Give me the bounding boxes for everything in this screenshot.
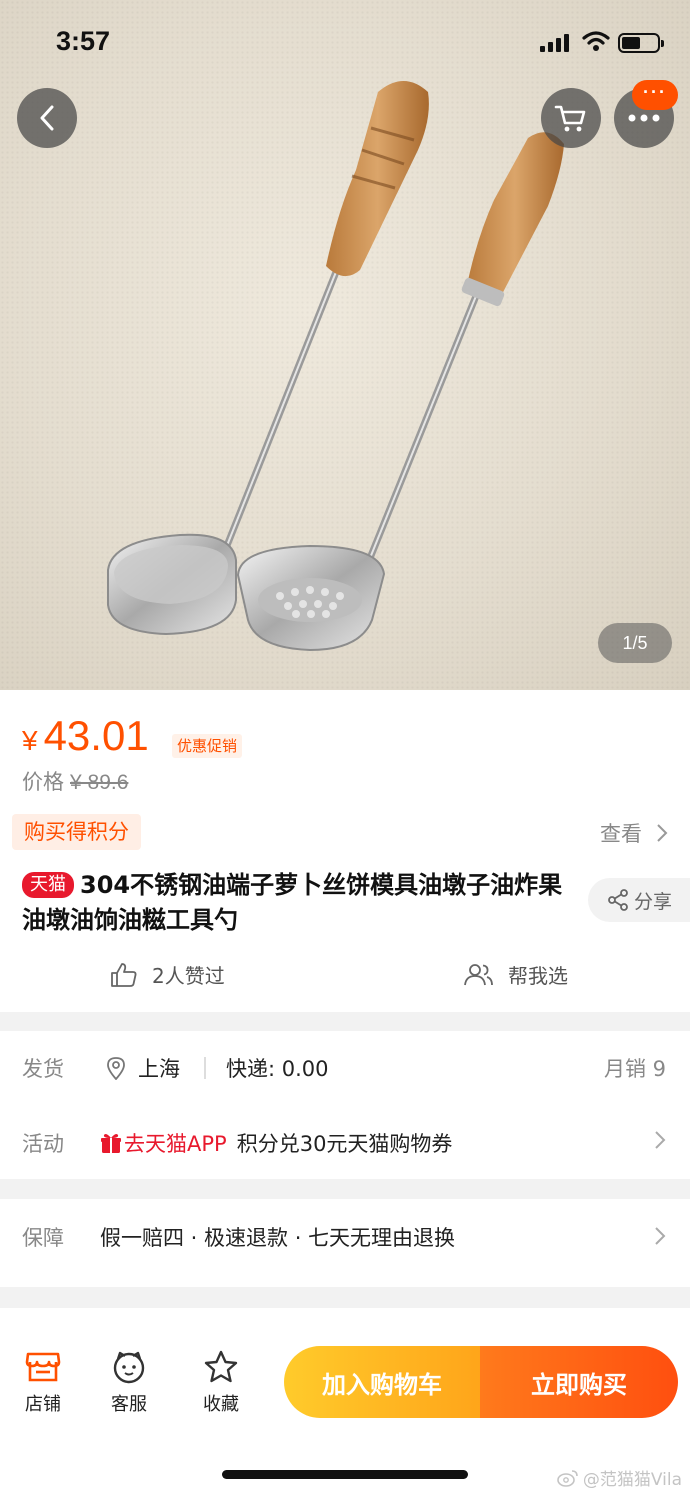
tab-favorite-label: 收藏 (203, 1394, 239, 1415)
share-button[interactable]: 分享 (588, 878, 690, 922)
product-title: 天猫 304不锈钢油端子萝卜丝饼模具油墩子油炸果油墩油饷油糍工具勺 (22, 868, 582, 938)
original-price: 价格 ¥ 89.6 (22, 766, 128, 796)
tab-customer-service-label: 客服 (111, 1394, 147, 1415)
view-points-link[interactable]: 查看 (600, 818, 668, 848)
purchase-buttons: 加入购物车 立即购买 (284, 1346, 678, 1418)
express-fee: 快递: 0.00 (226, 1057, 329, 1081)
shopping-cart-icon (554, 105, 586, 132)
tmall-app-link[interactable]: 去天猫APP (100, 1128, 227, 1158)
shipping-label: 发货 (22, 1057, 64, 1081)
share-icon (608, 889, 628, 911)
status-bar: 3:57 (0, 0, 690, 86)
tab-store[interactable]: 店铺 (8, 1350, 78, 1416)
watermark-text: @范猫猫Vila (582, 1470, 682, 1490)
battery-icon (618, 33, 664, 53)
tab-customer-service[interactable]: 客服 (94, 1350, 164, 1416)
original-price-value: ¥ 89.6 (70, 771, 129, 794)
activity-text: 积分兑30元天猫购物券 (236, 1132, 453, 1156)
original-price-label: 价格 (22, 770, 64, 794)
shipping-origin: 上海 (106, 1053, 180, 1083)
activity-label: 活动 (22, 1132, 64, 1156)
friends-icon (464, 963, 493, 985)
weibo-icon (557, 1469, 578, 1487)
home-indicator[interactable] (222, 1470, 468, 1479)
promo-tag: 优惠促销 (172, 734, 243, 758)
more-dots-icon (628, 114, 660, 122)
gift-icon (101, 1134, 121, 1153)
points-tag: 购买得积分 (12, 814, 141, 850)
origin-city: 上海 (138, 1057, 180, 1081)
cart-button[interactable] (541, 88, 601, 148)
thumbs-up-icon (111, 962, 137, 987)
current-price: ¥ 43.01 (22, 712, 149, 760)
location-pin-icon (107, 1057, 125, 1080)
chevron-right-icon (655, 1227, 666, 1245)
like-button[interactable]: 2人赞过 (110, 960, 225, 989)
cellular-signal-icon (540, 34, 569, 52)
customer-service-icon (113, 1351, 145, 1384)
guarantee-label: 保障 (22, 1226, 64, 1250)
back-button[interactable] (17, 88, 77, 148)
view-label: 查看 (600, 822, 642, 846)
buy-now-button[interactable]: 立即购买 (480, 1346, 678, 1418)
product-title-text: 304不锈钢油端子萝卜丝饼模具油墩子油炸果油墩油饷油糍工具勺 (22, 871, 563, 934)
tab-favorite[interactable]: 收藏 (186, 1350, 256, 1416)
add-to-cart-button[interactable]: 加入购物车 (284, 1346, 480, 1418)
message-badge[interactable]: ··· (632, 80, 678, 110)
monthly-sales: 月销 9 (603, 1057, 666, 1081)
guarantee-text: 假一赔四 · 极速退款 · 七天无理由退换 (100, 1226, 456, 1250)
price-value: 43.01 (43, 712, 149, 759)
chevron-left-icon (40, 105, 54, 131)
help-choose-button[interactable]: 帮我选 (462, 960, 568, 989)
watermark: @范猫猫Vila (557, 1465, 682, 1490)
currency-symbol: ¥ (22, 725, 38, 756)
wifi-icon (582, 31, 610, 51)
star-icon (204, 1350, 238, 1383)
status-time: 3:57 (56, 26, 111, 56)
image-page-indicator: 1/5 (598, 623, 672, 663)
tab-store-label: 店铺 (25, 1394, 61, 1415)
divider (204, 1057, 206, 1079)
chevron-right-icon (655, 1131, 666, 1149)
tmall-app-link-text: 去天猫APP (124, 1132, 227, 1156)
store-icon (25, 1352, 61, 1382)
product-image-carousel[interactable]: 3:57 ··· 1/5 (0, 0, 690, 690)
tmall-badge: 天猫 (22, 872, 74, 898)
activity-content: 去天猫APP 积分兑30元天猫购物券 (100, 1128, 452, 1158)
share-label: 分享 (634, 890, 673, 913)
help-choose-label: 帮我选 (508, 964, 568, 988)
chevron-right-icon (657, 824, 668, 842)
likes-label: 2人赞过 (152, 964, 225, 988)
